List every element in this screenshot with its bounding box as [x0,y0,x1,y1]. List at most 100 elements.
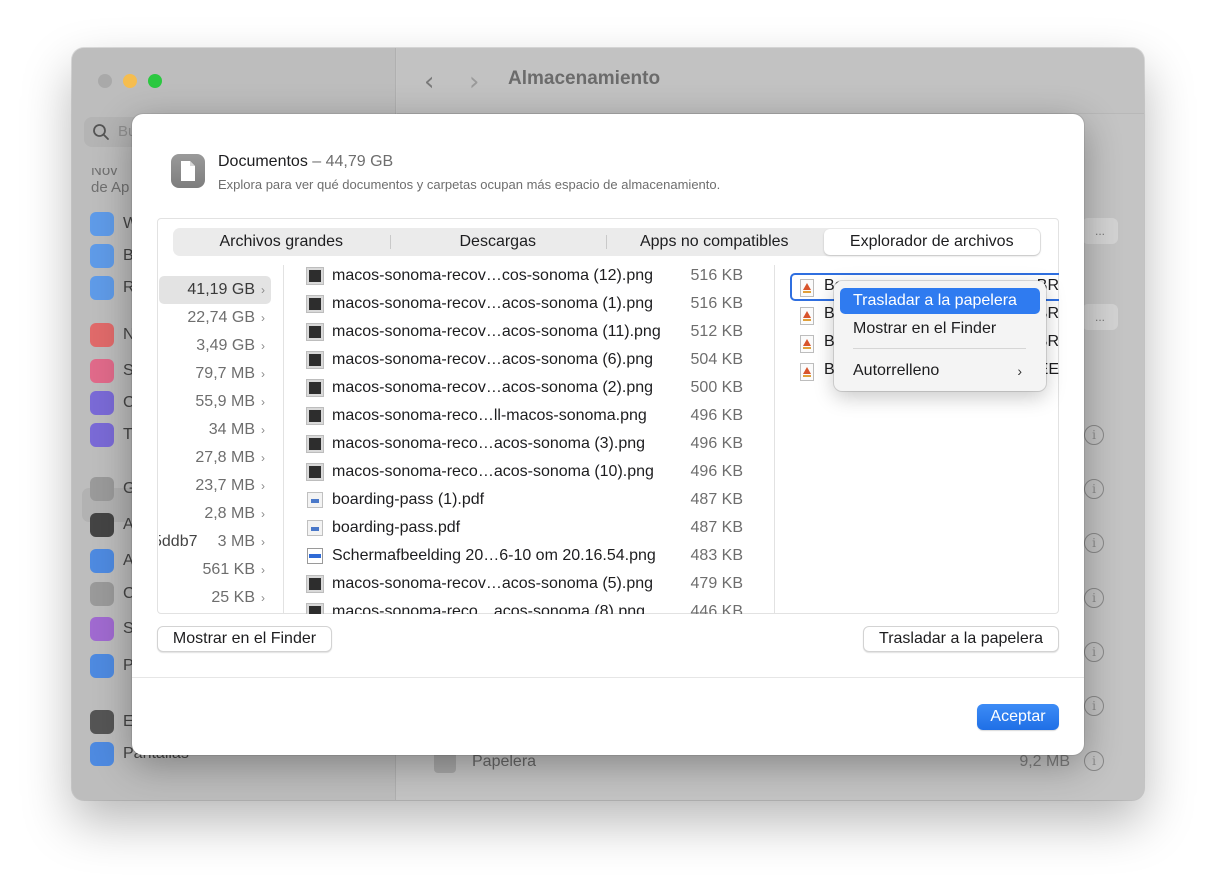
show-in-finder-button[interactable]: Mostrar en el Finder [157,626,332,652]
display-icon [90,710,114,734]
file-row[interactable]: macos-sonoma-recov…acos-sonoma (2).png 50… [285,374,774,402]
account-line-1: Nov [91,168,118,178]
sidebar-item[interactable]: C [90,389,135,417]
file-row[interactable]: macos-sonoma-reco…acos-sonoma (3).png 496… [285,430,774,458]
folder-size-row[interactable]: 5ddb7 3 MB › [159,528,271,556]
info-icon[interactable]: i [1084,425,1104,445]
tab-downloads[interactable]: Descargas [389,228,607,256]
file-size: 496 KB [690,463,743,480]
folder-size-row[interactable]: 27,8 MB › [159,444,271,472]
folder-size-value: 79,7 MB [195,365,255,382]
sheet-subtitle: Explora para ver qué documentos y carpet… [218,177,721,192]
sidebar-item[interactable]: A [90,511,134,539]
wifi-icon [90,212,114,236]
sidebar-item[interactable]: C [90,580,135,608]
folder-size-row[interactable]: 79,7 MB › [159,360,271,388]
chevron-right-icon: › [261,423,265,437]
chevron-right-icon: › [261,563,265,577]
file-name: macos-sonoma-recov…acos-sonoma (2).png [332,379,654,396]
folder-size-value: 27,8 MB [195,449,255,466]
info-icon[interactable]: i [1084,696,1104,716]
file-row[interactable]: boarding-pass (1).pdf 487 KB [285,486,774,514]
file-row[interactable]: macos-sonoma-recov…acos-sonoma (5).png 47… [285,570,774,598]
info-icon[interactable]: i [1084,642,1104,662]
maximize-window-button[interactable] [148,74,162,88]
folder-size-row[interactable]: 22,74 GB › [159,304,271,332]
info-icon[interactable]: i [1084,588,1104,608]
file-row[interactable]: macos-sonoma-recov…cos-sonoma (12).png 51… [285,265,774,290]
folder-size-value: 3 MB [217,533,255,550]
folder-size-row[interactable]: 55,9 MB › [159,388,271,416]
file-name: macos-sonoma-reco…ll-macos-sonoma.png [332,407,647,424]
chevron-right-icon: › [261,367,265,381]
menu-item-show-in-finder[interactable]: Mostrar en el Finder [840,316,1040,342]
image-file-icon [306,351,324,369]
trash-size: 9,2 MB [1019,753,1070,770]
menu-separator [853,348,1026,349]
menu-item-autofill[interactable]: Autorrelleno › [840,358,1040,384]
more-button[interactable]: ... [1082,218,1118,244]
accept-button[interactable]: Aceptar [977,704,1059,730]
pdf-document-icon [800,335,814,353]
folder-size-row[interactable]: 25 KB › [159,584,271,612]
sidebar-item[interactable]: E [90,708,134,736]
sidebar-item[interactable]: N [90,321,135,349]
folder-size-row[interactable]: 561 KB › [159,556,271,584]
tab-file-browser[interactable]: Explorador de archivos [823,229,1040,255]
sidebar-item[interactable]: A [90,547,134,575]
account-label[interactable]: Nov de Ap [91,168,129,197]
title-separator: – [307,153,326,170]
folder-name-fragment: 5ddb7 [159,533,198,550]
folder-size-row[interactable]: 41,19 GB › [159,276,271,304]
info-icon[interactable]: i [1084,479,1104,499]
file-row[interactable]: macos-sonoma-reco…acos-sonoma (10).png 49… [285,458,774,486]
file-row[interactable]: macos-sonoma-reco…acos-sonoma (8).png 446… [285,598,774,614]
file-row[interactable]: boarding-pass.pdf 487 KB [285,514,774,542]
file-row[interactable]: Schermafbeelding 20…6-10 om 20.16.54.png… [285,542,774,570]
file-name: macos-sonoma-recov…acos-sonoma (6).png [332,351,654,368]
pdf-document-icon [800,363,814,381]
forward-button[interactable]: › [469,67,479,97]
tab-large-files[interactable]: Archivos grandes [173,228,390,256]
info-icon[interactable]: i [1084,751,1104,771]
more-button[interactable]: ... [1082,304,1118,330]
image-file-icon [306,463,324,481]
folder-size-row[interactable]: 34 MB › [159,416,271,444]
pdf-file-icon [307,492,323,508]
folder-size-value: 3,49 GB [196,337,255,354]
move-to-trash-button[interactable]: Trasladar a la papelera [863,626,1059,652]
menu-item-move-to-trash[interactable]: Trasladar a la papelera [840,288,1040,314]
chevron-right-icon: › [261,311,265,325]
tab-unsupported-apps[interactable]: Apps no compatibles [606,228,823,256]
close-window-button[interactable] [98,74,112,88]
folder-size-row[interactable]: 23,7 MB › [159,472,271,500]
back-button[interactable]: ‹ [424,67,434,97]
folder-size-row[interactable]: 2,8 MB › [159,500,271,528]
file-row[interactable]: macos-sonoma-recov…acos-sonoma (1).png 51… [285,290,774,318]
sidebar-item[interactable]: B [90,242,134,270]
sidebar-item[interactable]: P [90,652,134,680]
hourglass-icon [90,423,114,447]
appearance-icon [90,513,114,537]
file-name: boarding-pass.pdf [332,519,461,536]
moon-icon [90,391,114,415]
hand-icon [90,654,114,678]
sidebar-item[interactable]: G [90,475,135,503]
file-row[interactable]: macos-sonoma-recov…acos-sonoma (11).png 5… [285,318,774,346]
info-icon[interactable]: i [1084,533,1104,553]
pdf-document-icon [800,279,814,297]
chevron-right-icon: › [261,507,265,521]
sidebar-item[interactable]: W [90,210,138,238]
minimize-window-button[interactable] [123,74,137,88]
image-file-icon [306,575,324,593]
image-file-icon [306,295,324,313]
sidebar-item[interactable]: R [90,274,135,302]
file-browser-panel: Archivos grandes Descargas Apps no compa… [157,218,1059,614]
folder-size-row[interactable]: 3,49 GB › [159,332,271,360]
file-row[interactable]: macos-sonoma-recov…acos-sonoma (6).png 50… [285,346,774,374]
file-row[interactable]: macos-sonoma-reco…ll-macos-sonoma.png 496… [285,402,774,430]
sidebar-item[interactable]: S [90,357,134,385]
accessibility-icon [90,549,114,573]
sidebar-item[interactable]: S [90,615,134,643]
sidebar-item[interactable]: T [90,421,133,449]
